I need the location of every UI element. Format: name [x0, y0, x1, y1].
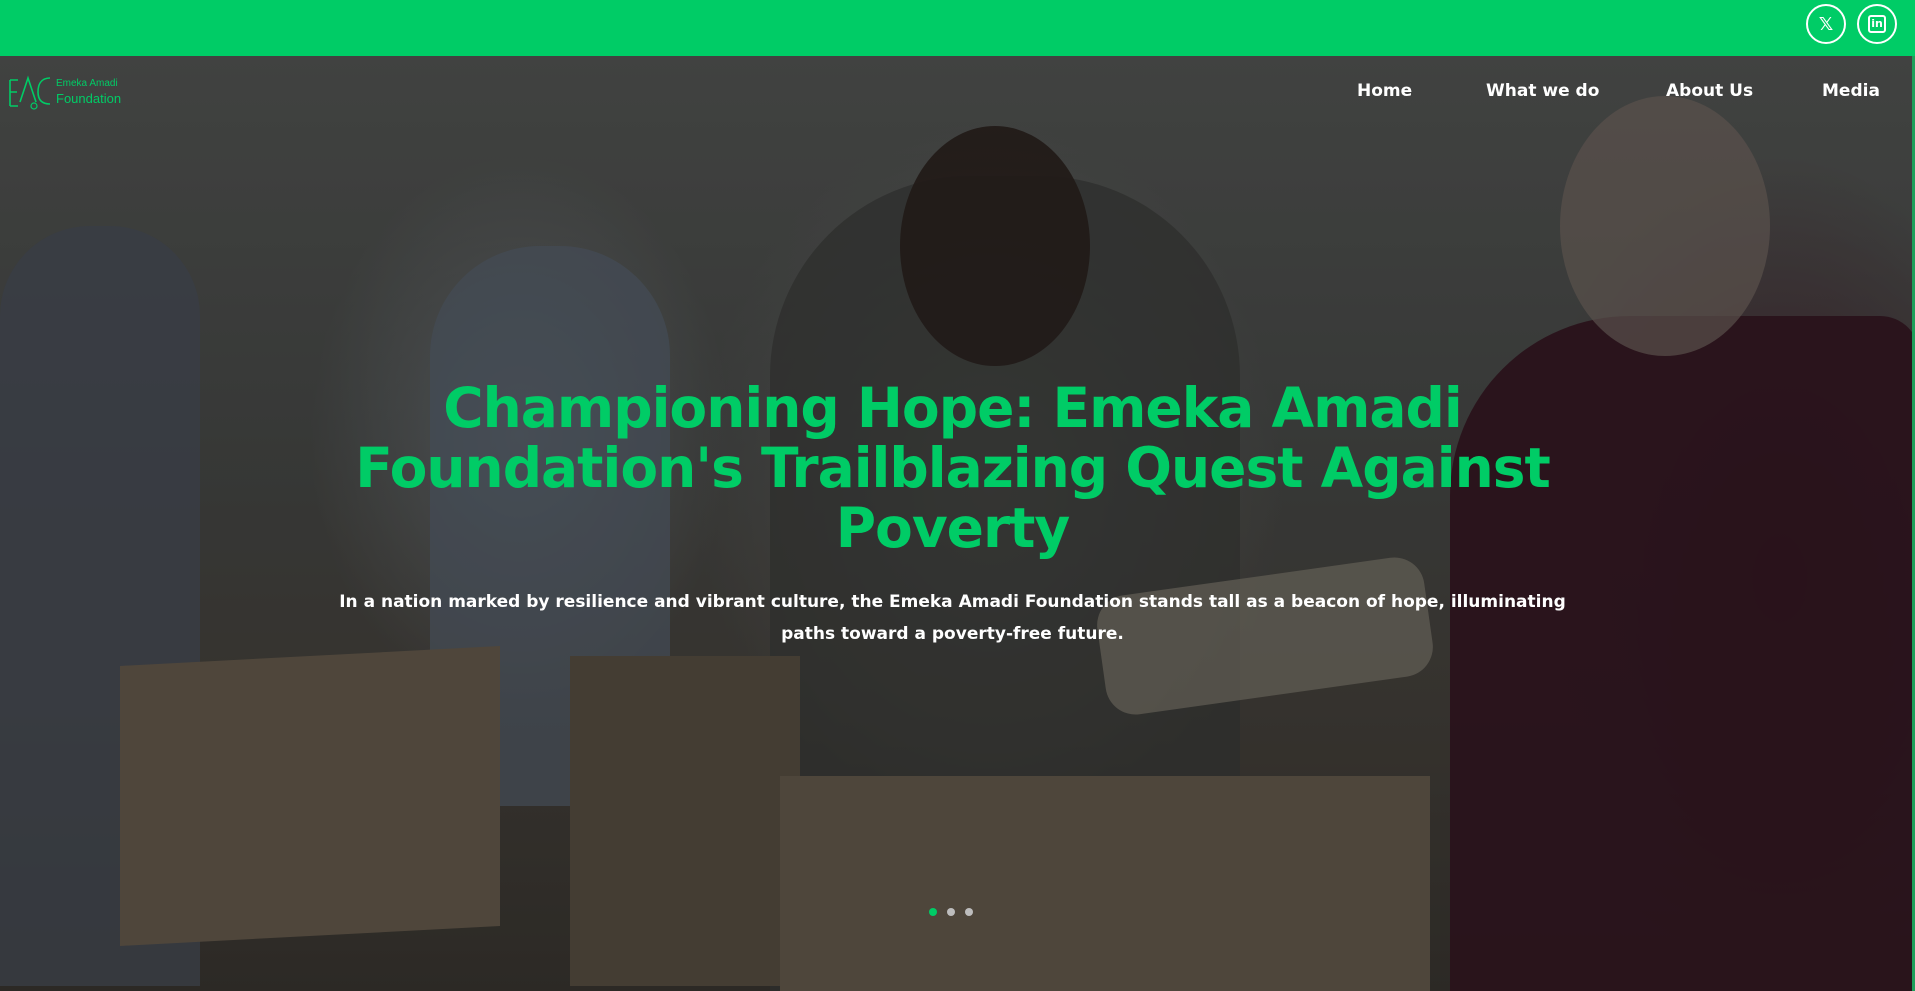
carousel-dot-1[interactable]	[929, 908, 937, 916]
top-bar: 𝕏 in	[0, 0, 1915, 56]
carousel-dot-3[interactable]	[965, 908, 973, 916]
carousel-dot-2[interactable]	[947, 908, 955, 916]
hero-headline: Championing Hope: Emeka Amadi Foundation…	[355, 376, 1551, 560]
x-icon: 𝕏	[1818, 13, 1834, 35]
site-logo[interactable]: Emeka Amadi Foundation	[6, 72, 121, 112]
nav-media[interactable]: Media	[1822, 81, 1880, 101]
nav-home[interactable]: Home	[1357, 81, 1412, 101]
x-twitter-link[interactable]: 𝕏	[1806, 4, 1846, 44]
hero-subheading: In a nation marked by resilience and vib…	[339, 592, 1566, 644]
logo-mark-icon	[6, 72, 54, 112]
nav-about-us[interactable]: About Us	[1666, 81, 1753, 101]
carousel-indicators	[929, 908, 973, 916]
logo-line-2: Foundation	[56, 91, 122, 106]
linkedin-icon: in	[1868, 15, 1886, 33]
linkedin-link[interactable]: in	[1857, 4, 1897, 44]
nav-what-we-do[interactable]: What we do	[1486, 81, 1599, 101]
logo-line-1: Emeka Amadi	[56, 78, 118, 89]
